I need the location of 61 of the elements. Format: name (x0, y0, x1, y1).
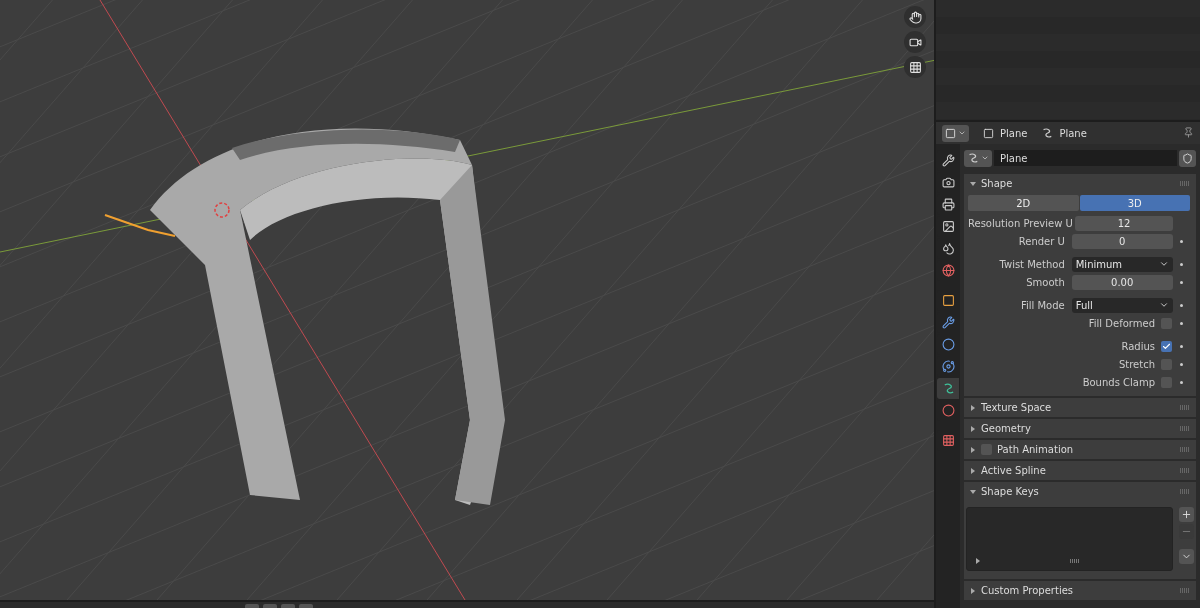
panel-header[interactable]: Shape (964, 174, 1196, 193)
keyframe-dot[interactable] (1179, 321, 1183, 325)
dropdown-field[interactable]: Full (1071, 297, 1173, 313)
toggle-button[interactable]: 2D (968, 195, 1079, 211)
collapse-triangle-icon (970, 180, 976, 187)
pin-icon[interactable] (1183, 126, 1194, 138)
number-field[interactable]: 12 (1075, 215, 1174, 231)
panel-header[interactable]: Active Spline (964, 461, 1196, 480)
keyframe-dot[interactable] (1179, 262, 1183, 266)
shield-icon[interactable] (1179, 149, 1196, 167)
keyframe-dot[interactable] (1179, 303, 1183, 307)
panel-header[interactable]: Path Animation (964, 440, 1196, 459)
editor-type-button[interactable] (942, 124, 969, 142)
menu-button[interactable] (1179, 549, 1194, 564)
dropdown-field[interactable]: Minimum (1071, 256, 1173, 272)
chevron-down-icon (1158, 300, 1169, 310)
curve-icon (1041, 127, 1054, 139)
expand-triangle-icon (970, 446, 976, 453)
keyframe-dot[interactable] (1179, 239, 1183, 243)
panel-header[interactable]: Shape Keys (964, 482, 1196, 501)
number-field[interactable]: 0.00 (1071, 274, 1173, 290)
datablock-field[interactable]: Plane (994, 150, 1177, 166)
object-name: Plane (1000, 127, 1028, 139)
field-label: Render U (1017, 235, 1066, 247)
chevron-down-icon (958, 129, 966, 137)
collapse-triangle-icon (970, 488, 976, 495)
data-name: Plane (1059, 127, 1087, 139)
field-label: Twist Method (998, 258, 1066, 270)
number-field[interactable]: 0 (1071, 233, 1173, 249)
checkbox-label: Fill Deformed (1087, 317, 1156, 329)
curve-icon (967, 152, 979, 164)
checkbox-label: Radius (1120, 340, 1156, 352)
panel-header[interactable]: Texture Space (964, 398, 1196, 417)
checkbox-label: Bounds Clamp (1081, 376, 1156, 388)
expand-triangle-icon (975, 558, 981, 564)
expand-triangle-icon (970, 425, 976, 432)
field-label: Fill Mode (1019, 299, 1066, 311)
grid-icon[interactable] (904, 56, 926, 78)
camera-icon[interactable] (904, 31, 926, 53)
hand-icon[interactable] (904, 6, 926, 28)
expand-triangle-icon (970, 587, 976, 594)
checkbox[interactable] (1161, 340, 1172, 352)
field-label: Smooth (1025, 276, 1066, 288)
datablock-button[interactable] (964, 149, 992, 167)
curve-icon[interactable] (937, 378, 959, 399)
chevron-down-icon (981, 154, 989, 162)
square-icon (945, 127, 956, 139)
square-icon (983, 127, 994, 139)
add-button[interactable] (1179, 507, 1194, 522)
keyframe-dot[interactable] (1179, 362, 1183, 366)
toggle-button[interactable]: 3D (1079, 195, 1190, 211)
chevron-down-icon (1158, 259, 1169, 269)
keyframe-dot[interactable] (1179, 380, 1183, 384)
field-label: Resolution Preview U (968, 217, 1074, 229)
keyframe-dot[interactable] (1179, 344, 1183, 348)
keyframe-dot[interactable] (1179, 280, 1183, 284)
expand-triangle-icon (970, 467, 976, 474)
checkbox-label: Stretch (1117, 358, 1156, 370)
expand-triangle-icon (970, 404, 976, 411)
panel-header[interactable]: Geometry (964, 419, 1196, 438)
panel-header[interactable]: Custom Properties (964, 581, 1196, 600)
